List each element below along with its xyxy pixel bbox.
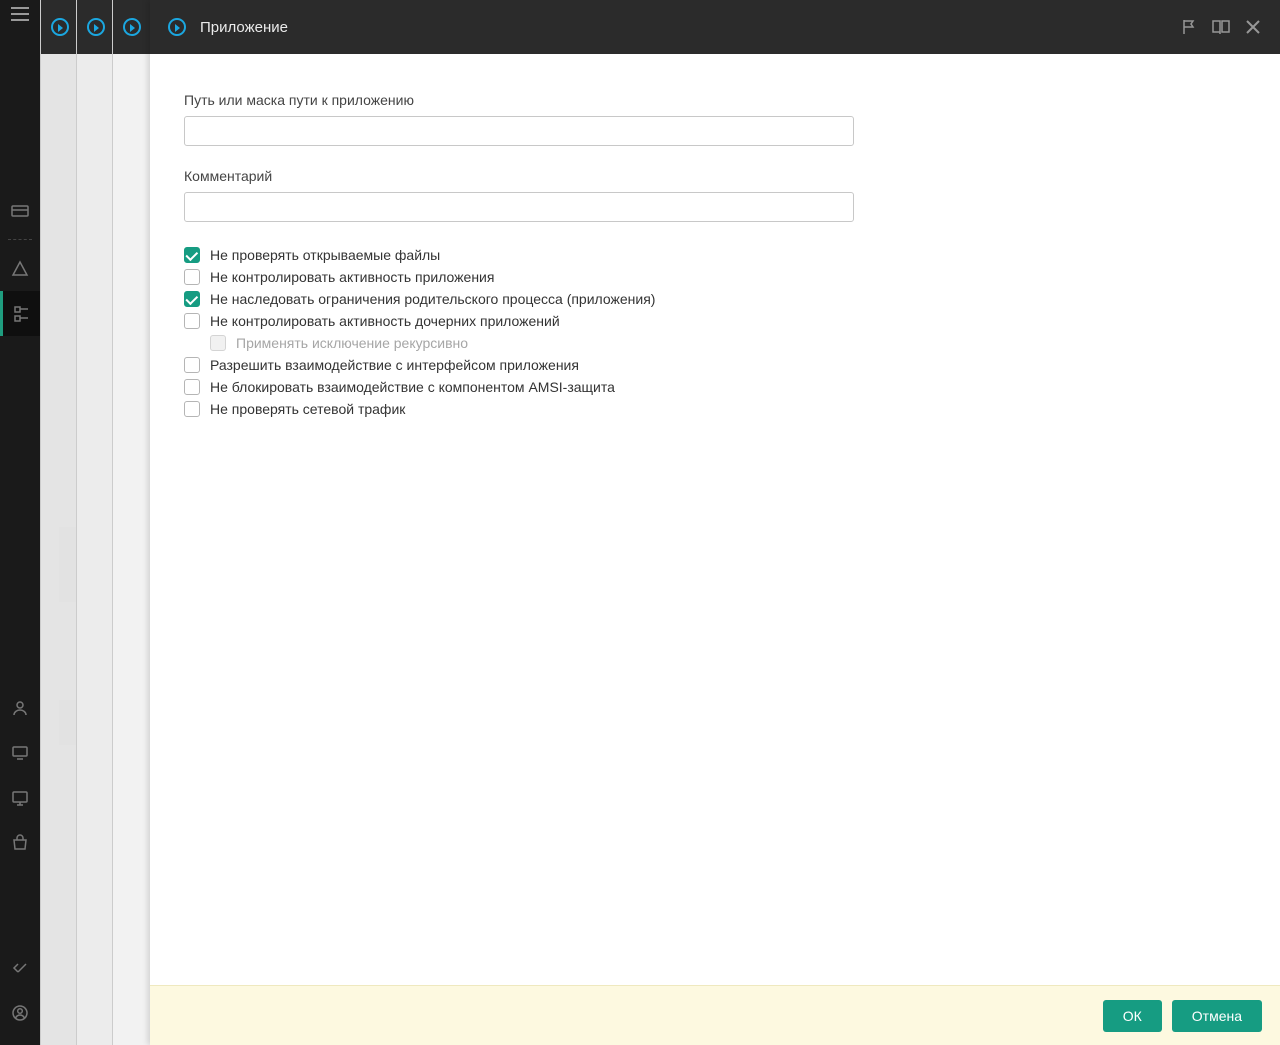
nav-policies-icon[interactable] (0, 291, 40, 336)
panel-footer: ОК Отмена (150, 985, 1280, 1045)
checkbox-allow-ui-interaction[interactable] (184, 357, 200, 373)
nav-users-icon[interactable] (0, 685, 40, 730)
back-icon[interactable] (51, 18, 69, 36)
nav-dashboard-icon[interactable] (0, 188, 40, 233)
checkbox-label: Не блокировать взаимодействие с компонен… (210, 379, 615, 395)
nav-settings-icon[interactable] (0, 945, 40, 990)
comment-input[interactable] (184, 192, 854, 222)
nav-monitor-icon[interactable] (0, 775, 40, 820)
ok-button[interactable]: ОК (1103, 1000, 1162, 1032)
flag-icon[interactable] (1180, 18, 1198, 36)
path-label: Путь или маска пути к приложению (184, 92, 854, 108)
back-icon[interactable] (168, 18, 186, 36)
panel-stack: Приложение Путь или маска пути к приложе… (40, 0, 1280, 1045)
comment-label: Комментарий (184, 168, 854, 184)
cancel-button[interactable]: Отмена (1172, 1000, 1262, 1032)
nav-account-icon[interactable] (0, 990, 40, 1035)
path-input[interactable] (184, 116, 854, 146)
checkbox-label: Разрешить взаимодействие с интерфейсом п… (210, 357, 579, 373)
checkbox-dont-block-amsi-interaction[interactable] (184, 379, 200, 395)
menu-toggle[interactable] (0, 0, 40, 28)
checkbox-list: Не проверять открываемые файлы Не контро… (184, 244, 884, 420)
checkbox-apply-exclusion-recursively (210, 335, 226, 351)
side-rail (0, 0, 40, 1045)
back-icon[interactable] (123, 18, 141, 36)
checkbox-dont-monitor-child-activity[interactable] (184, 313, 200, 329)
checkbox-dont-scan-network-traffic[interactable] (184, 401, 200, 417)
application-panel: Приложение Путь или маска пути к приложе… (150, 0, 1280, 1045)
back-icon[interactable] (87, 18, 105, 36)
checkbox-dont-scan-opened-files[interactable] (184, 247, 200, 263)
nav-store-icon[interactable] (0, 820, 40, 865)
checkbox-label: Не проверять сетевой трафик (210, 401, 405, 417)
nav-alerts-icon[interactable] (0, 246, 40, 291)
help-icon[interactable] (1212, 18, 1230, 36)
close-icon[interactable] (1244, 18, 1262, 36)
checkbox-label: Не наследовать ограничения родительского… (210, 291, 655, 307)
checkbox-label: Не контролировать активность дочерних пр… (210, 313, 560, 329)
rail-divider (8, 239, 32, 240)
checkbox-label: Не контролировать активность приложения (210, 269, 494, 285)
panel-header: Приложение (150, 0, 1280, 54)
checkbox-dont-inherit-parent-restrictions[interactable] (184, 291, 200, 307)
panel-body: Путь или маска пути к приложению Коммент… (150, 54, 1280, 985)
checkbox-dont-monitor-app-activity[interactable] (184, 269, 200, 285)
panel-title: Приложение (200, 19, 288, 36)
checkbox-label: Не проверять открываемые файлы (210, 247, 440, 263)
nav-devices-icon[interactable] (0, 730, 40, 775)
checkbox-label: Применять исключение рекурсивно (236, 335, 468, 351)
